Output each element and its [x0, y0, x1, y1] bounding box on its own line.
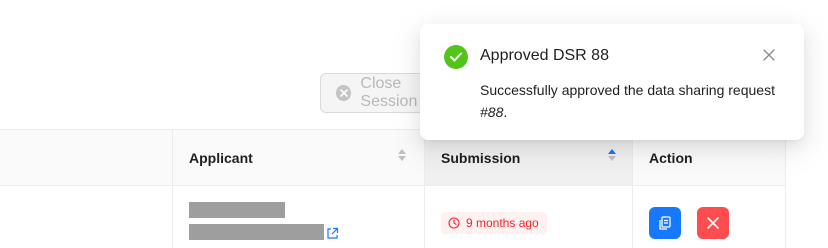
- column-divider: [785, 130, 786, 248]
- sort-icon[interactable]: [608, 149, 616, 161]
- submission-time: 9 months ago: [466, 216, 539, 230]
- clock-icon: [448, 217, 460, 229]
- check-circle-icon: [444, 45, 468, 69]
- close-icon[interactable]: [762, 48, 776, 62]
- column-divider: [172, 130, 173, 248]
- notification-toast: Approved DSR 88 Successfully approved th…: [420, 24, 804, 140]
- column-divider: [632, 130, 633, 248]
- redacted-applicant-link[interactable]: [189, 224, 324, 240]
- submission-time-tag: 9 months ago: [441, 212, 547, 234]
- column-label: Submission: [441, 149, 521, 166]
- sort-icon[interactable]: [398, 149, 406, 161]
- redacted-applicant-name: [189, 202, 285, 218]
- column-label: Action: [649, 149, 693, 166]
- column-divider: [424, 130, 425, 248]
- close-circle-icon: [336, 85, 352, 101]
- notification-title: Approved DSR 88: [480, 47, 609, 64]
- notification-message: Successfully approved the data sharing r…: [480, 82, 775, 120]
- close-icon: [707, 217, 719, 229]
- column-label: Applicant: [189, 149, 253, 166]
- column-header-applicant[interactable]: Applicant: [173, 130, 424, 185]
- external-link-icon[interactable]: [326, 227, 339, 240]
- reject-button[interactable]: [697, 207, 729, 239]
- file-copy-icon: [659, 216, 671, 230]
- view-details-button[interactable]: [649, 207, 681, 239]
